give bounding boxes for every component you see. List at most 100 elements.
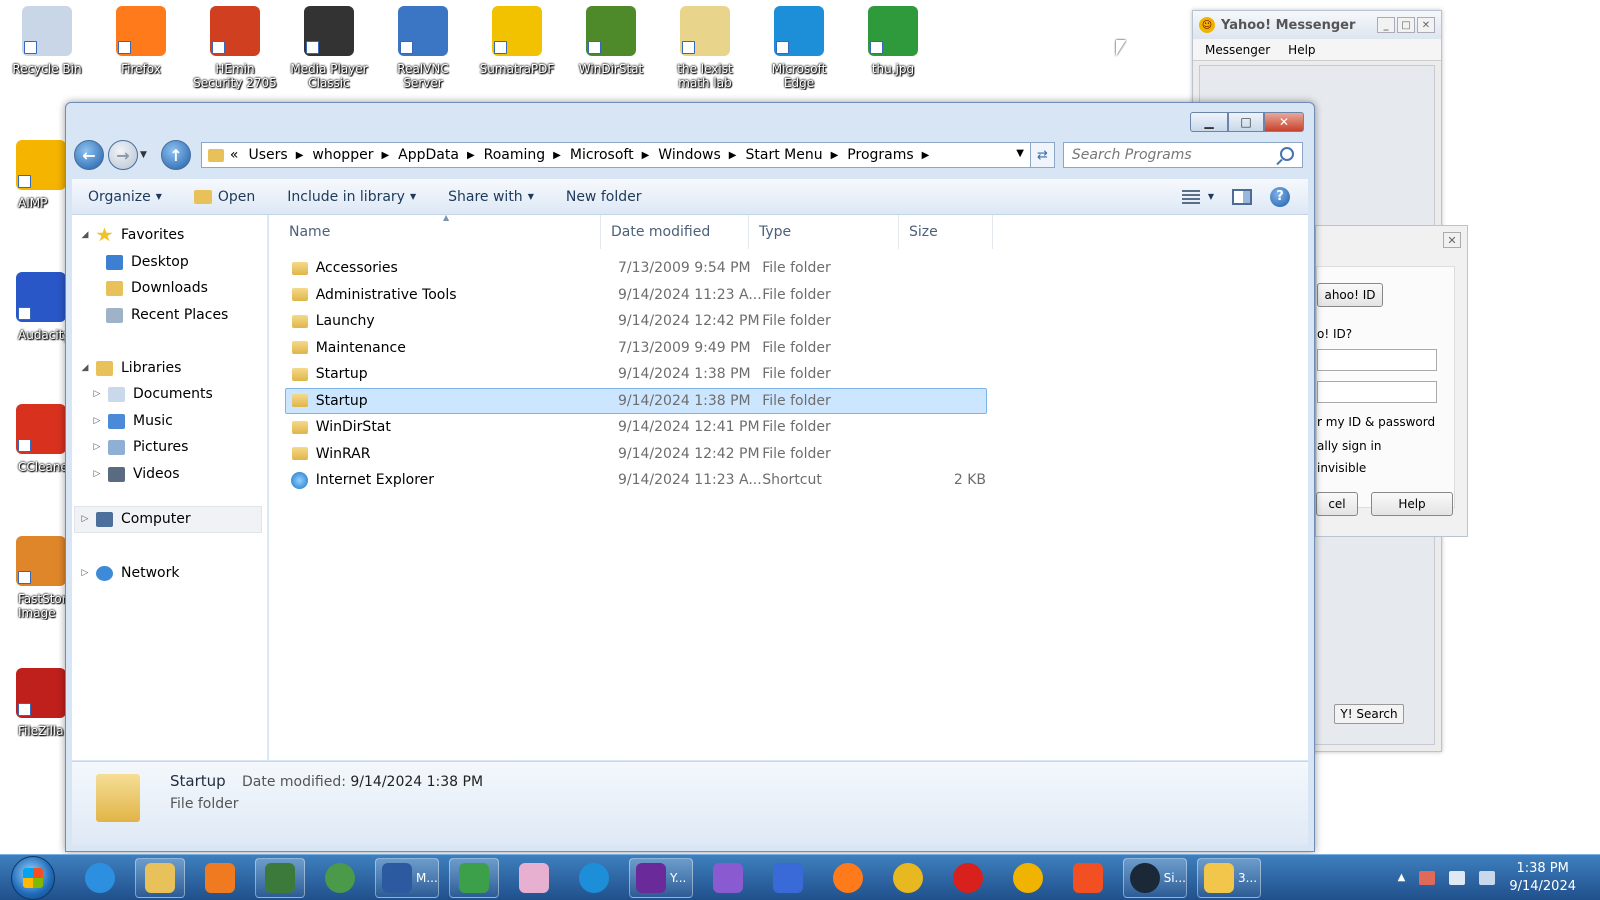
collapsed-arrow-icon[interactable]: ▷ [92, 469, 102, 479]
nav-documents[interactable]: ▷ Documents [92, 383, 213, 405]
taskbar-windows-flag[interactable] [1063, 858, 1113, 898]
nav-pictures[interactable]: ▷ Pictures [92, 436, 189, 458]
taskbar-steam[interactable]: Si... [1123, 857, 1187, 898]
back-button[interactable]: ← [74, 140, 104, 170]
remember-checkbox-label[interactable]: r my ID & password [1317, 415, 1435, 429]
forward-button[interactable]: → [108, 140, 138, 170]
taskbar-file-explorer[interactable] [135, 857, 185, 898]
taskbar-browser-globe[interactable] [315, 858, 365, 898]
nav-libraries[interactable]: ◢ Libraries [80, 357, 182, 379]
chevron-right-icon[interactable]: ▶ [729, 150, 737, 161]
desktop-icon[interactable]: RealVNC Server [380, 6, 466, 90]
table-row[interactable]: Internet Explorer 9/14/2024 11:23 A... Sho… [285, 467, 987, 493]
breadcrumb-item[interactable]: Start Menu ▶ [746, 147, 848, 163]
taskbar-media-player[interactable] [195, 858, 245, 898]
nav-downloads[interactable]: Downloads [106, 277, 208, 299]
desktop-icon[interactable]: WinDirStat [568, 6, 654, 90]
table-row[interactable]: WinDirStat 9/14/2024 12:41 PM File folder [285, 414, 987, 440]
collapsed-arrow-icon[interactable]: ▷ [92, 416, 102, 426]
dialog-close-button[interactable]: ✕ [1443, 232, 1461, 248]
breadcrumb-item[interactable]: Microsoft ▶ [570, 147, 658, 163]
minimize-button[interactable]: ▁ [1190, 112, 1228, 132]
taskbar-visual-studio[interactable] [703, 858, 753, 898]
table-row[interactable]: Maintenance 7/13/2009 9:49 PM File folder [285, 335, 987, 361]
desktop-icon[interactable]: Microsoft Edge [756, 6, 842, 90]
nav-recent-places[interactable]: Recent Places [106, 304, 228, 326]
address-bar[interactable]: « Users ▶ whopper ▶ AppData ▶ Roaming ▶ Microsof… [200, 142, 1031, 168]
chevron-right-icon[interactable]: ▶ [922, 150, 930, 161]
breadcrumb-item[interactable]: Roaming ▶ [484, 147, 570, 163]
nav-computer[interactable]: ▷ Computer [80, 508, 191, 530]
yahoo-maximize-button[interactable]: □ [1397, 17, 1415, 33]
yahoo-id-field[interactable] [1317, 349, 1437, 371]
yahoo-menu-help[interactable]: Help [1288, 43, 1315, 57]
taskbar-users-app[interactable] [449, 857, 499, 898]
maximize-button[interactable]: □ [1228, 112, 1264, 132]
expanded-arrow-icon[interactable]: ◢ [80, 230, 90, 240]
taskbar-paint[interactable] [509, 858, 559, 898]
refresh-button[interactable]: ⇄ [1030, 142, 1055, 168]
search-input[interactable]: Search Programs [1062, 142, 1303, 168]
yahoo-minimize-button[interactable]: _ [1377, 17, 1395, 33]
yahoo-password-field[interactable] [1317, 381, 1437, 403]
close-button[interactable]: ✕ [1264, 112, 1304, 132]
chevron-right-icon[interactable]: ▶ [642, 150, 650, 161]
taskbar-firefox[interactable] [823, 858, 873, 898]
breadcrumb-item[interactable]: AppData ▶ [398, 147, 483, 163]
desktop-icon[interactable]: Media Player Classic [286, 6, 372, 90]
taskbar-internet-explorer[interactable] [75, 858, 125, 898]
chevron-right-icon[interactable]: ▶ [831, 150, 839, 161]
chevron-right-icon[interactable]: ▶ [381, 150, 389, 161]
clock[interactable]: 1:38 PM 9/14/2024 [1509, 860, 1576, 896]
table-row[interactable]: WinRAR 9/14/2024 12:42 PM File folder [285, 441, 987, 467]
desktop-icon[interactable]: Recycle Bin [4, 6, 90, 90]
breadcrumb-item[interactable]: Programs ▶ [847, 147, 938, 163]
nav-desktop[interactable]: Desktop [106, 251, 189, 273]
taskbar-m-app[interactable]: M... [375, 857, 439, 898]
address-dropdown-icon[interactable]: ▼ [1016, 148, 1024, 159]
start-button[interactable] [11, 855, 55, 900]
yahoo-title-bar[interactable]: ☺ Yahoo! Messenger _ □ ✕ [1193, 11, 1441, 39]
desktop-icon[interactable]: thu.jpg [850, 6, 936, 90]
nav-network[interactable]: ▷ Network [80, 562, 180, 584]
search-icon[interactable] [1279, 147, 1294, 161]
column-date-modified[interactable]: Date modified [601, 215, 749, 249]
collapsed-arrow-icon[interactable]: ▷ [92, 389, 102, 399]
yahoo-close-button[interactable]: ✕ [1417, 17, 1435, 33]
help-icon[interactable]: ? [1270, 186, 1290, 207]
collapsed-arrow-icon[interactable]: ▷ [80, 514, 90, 524]
table-row[interactable]: Administrative Tools 9/14/2024 11:23 A...… [285, 282, 987, 308]
yahoo-menu-messenger[interactable]: Messenger [1205, 43, 1270, 57]
taskbar-chrome[interactable] [883, 858, 933, 898]
breadcrumb-item[interactable]: Users ▶ [249, 147, 313, 163]
auto-signin-label[interactable]: ally sign in [1317, 439, 1382, 453]
taskbar-ring-app[interactable] [1003, 858, 1053, 898]
nav-favorites[interactable]: ◢ Favorites [80, 224, 185, 246]
column-type[interactable]: Type [749, 215, 899, 249]
chevron-right-icon[interactable]: ▶ [296, 150, 304, 161]
share-with-button[interactable]: Share with ▼ [432, 189, 550, 205]
network-status-icon[interactable] [1449, 870, 1466, 885]
table-row[interactable]: Startup 9/14/2024 1:38 PM File folder [285, 387, 987, 414]
new-folder-button[interactable]: New folder [550, 189, 658, 205]
taskbar-security-shield[interactable]: 3... [1197, 857, 1261, 898]
desktop-icon[interactable]: the lexist math lab [662, 6, 748, 90]
collapsed-arrow-icon[interactable]: ▷ [80, 568, 90, 578]
desktop-icon[interactable]: Firefox [98, 6, 184, 90]
cancel-button[interactable]: cel [1316, 492, 1358, 516]
action-center-icon[interactable] [1419, 870, 1436, 885]
breadcrumb-overflow[interactable]: « [230, 147, 239, 163]
chevron-right-icon[interactable]: ▶ [553, 150, 561, 161]
breadcrumb-item[interactable]: whopper ▶ [312, 147, 398, 163]
desktop-icon[interactable]: HEmin Security 2705 [192, 6, 278, 90]
taskbar-edge[interactable] [569, 858, 619, 898]
collapsed-arrow-icon[interactable]: ▷ [92, 442, 102, 452]
dialog-help-button[interactable]: Help [1371, 492, 1453, 516]
taskbar-task-manager[interactable] [255, 857, 305, 898]
preview-pane-icon[interactable] [1232, 188, 1252, 205]
table-row[interactable]: Accessories 7/13/2009 9:54 PM File folder [285, 255, 987, 281]
taskbar-yahoo[interactable]: Y... [629, 857, 693, 898]
column-name[interactable]: ▲ Name [279, 213, 601, 249]
organize-button[interactable]: Organize ▼ [72, 189, 178, 205]
volume-muted-icon[interactable] [1479, 870, 1496, 885]
